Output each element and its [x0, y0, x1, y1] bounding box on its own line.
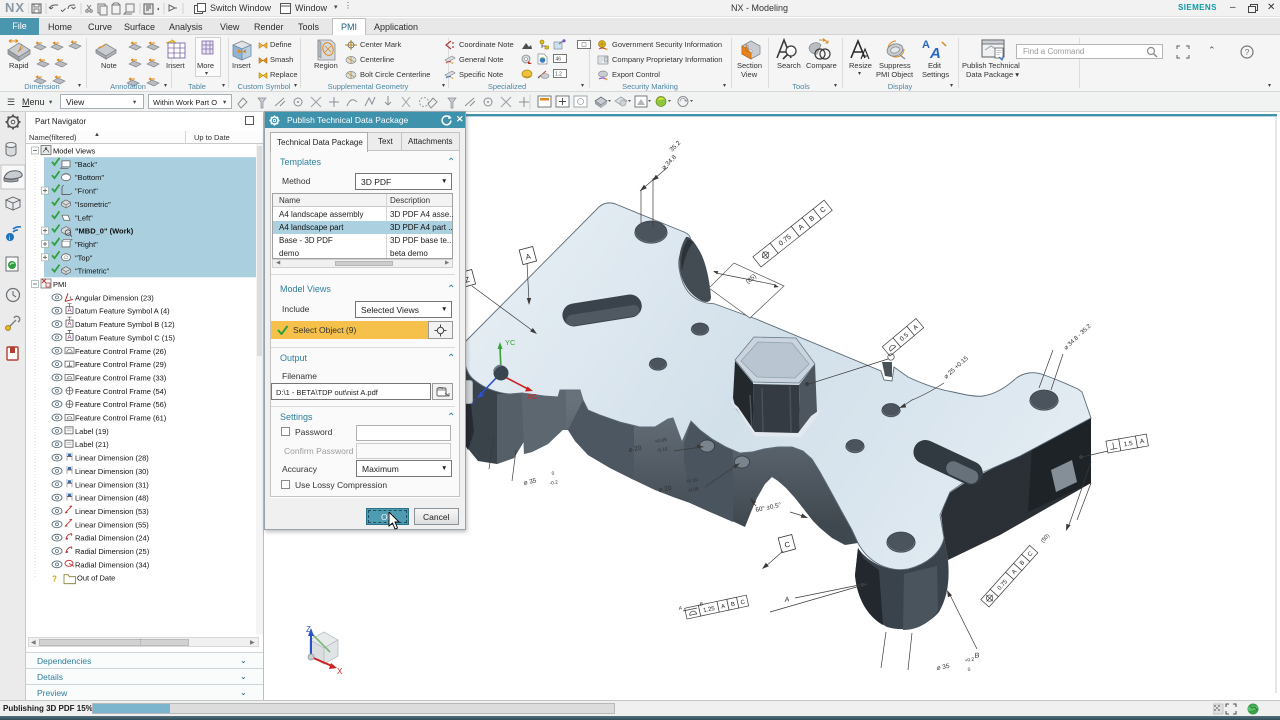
- svg-text:YC: YC: [505, 338, 516, 347]
- svg-text:Feature Control Frame (26): Feature Control Frame (26): [75, 347, 167, 356]
- svg-text:Feature Control Frame (33): Feature Control Frame (33): [75, 373, 167, 382]
- svg-text:Feature Control Frame (61): Feature Control Frame (61): [75, 414, 167, 423]
- svg-text:A: A: [929, 45, 941, 62]
- svg-text:A: A: [922, 39, 930, 51]
- svg-text:Linear Dimension (55): Linear Dimension (55): [75, 520, 149, 529]
- svg-text:Radial Dimension (25): Radial Dimension (25): [75, 547, 150, 556]
- svg-text:Feature Control Frame (29): Feature Control Frame (29): [75, 360, 167, 369]
- svg-text:"Front": "Front": [75, 187, 98, 196]
- svg-text:Radial Dimension (34): Radial Dimension (34): [75, 560, 150, 569]
- svg-text:Model Views: Model Views: [53, 147, 96, 156]
- svg-text:?: ?: [52, 575, 57, 584]
- svg-text:"Trimetric": "Trimetric": [75, 267, 110, 276]
- svg-text:X: X: [337, 667, 343, 676]
- svg-text:Linear Dimension (28): Linear Dimension (28): [75, 454, 149, 463]
- svg-text:Linear Dimension (48): Linear Dimension (48): [75, 494, 149, 503]
- svg-text:"Back": "Back": [75, 160, 97, 169]
- svg-text:Datum Feature Symbol C (15): Datum Feature Symbol C (15): [75, 333, 176, 342]
- svg-text:A: A: [68, 308, 72, 314]
- svg-text:"Isometric": "Isometric": [75, 200, 111, 209]
- svg-text:"Top": "Top": [75, 253, 93, 262]
- svg-text:Angular Dimension (23): Angular Dimension (23): [75, 293, 154, 302]
- svg-text:Feature Control Frame (54): Feature Control Frame (54): [75, 387, 167, 396]
- svg-text:"Left": "Left": [75, 213, 93, 222]
- svg-text:Z: Z: [306, 625, 311, 634]
- svg-text:Datum Feature Symbol A (4): Datum Feature Symbol A (4): [75, 307, 170, 316]
- svg-text:Label (21): Label (21): [75, 440, 109, 449]
- svg-text:Feature Control Frame (56): Feature Control Frame (56): [75, 400, 167, 409]
- svg-text:PMI: PMI: [53, 280, 66, 289]
- svg-text:?: ?: [1245, 47, 1250, 57]
- svg-text:Radial Dimension (24): Radial Dimension (24): [75, 534, 150, 543]
- svg-text:46: 46: [556, 57, 562, 63]
- svg-text:Out of Date: Out of Date: [77, 574, 115, 583]
- svg-text:Linear Dimension (31): Linear Dimension (31): [75, 480, 149, 489]
- svg-text:XC: XC: [527, 392, 538, 401]
- svg-text:Linear Dimension (53): Linear Dimension (53): [75, 507, 149, 516]
- svg-text:A: A: [68, 322, 72, 328]
- svg-text:Datum Feature Symbol B (12): Datum Feature Symbol B (12): [75, 320, 175, 329]
- svg-text:"Right": "Right": [75, 240, 98, 249]
- svg-text:i: i: [9, 236, 10, 242]
- svg-text:"MBD_0" (Work): "MBD_0" (Work): [75, 227, 134, 236]
- svg-text:Label (19): Label (19): [75, 427, 109, 436]
- svg-text:"Bottom": "Bottom": [75, 173, 104, 182]
- svg-text:Linear Dimension (30): Linear Dimension (30): [75, 467, 149, 476]
- svg-text:A: A: [68, 335, 72, 341]
- svg-text:1.2: 1.2: [555, 72, 562, 78]
